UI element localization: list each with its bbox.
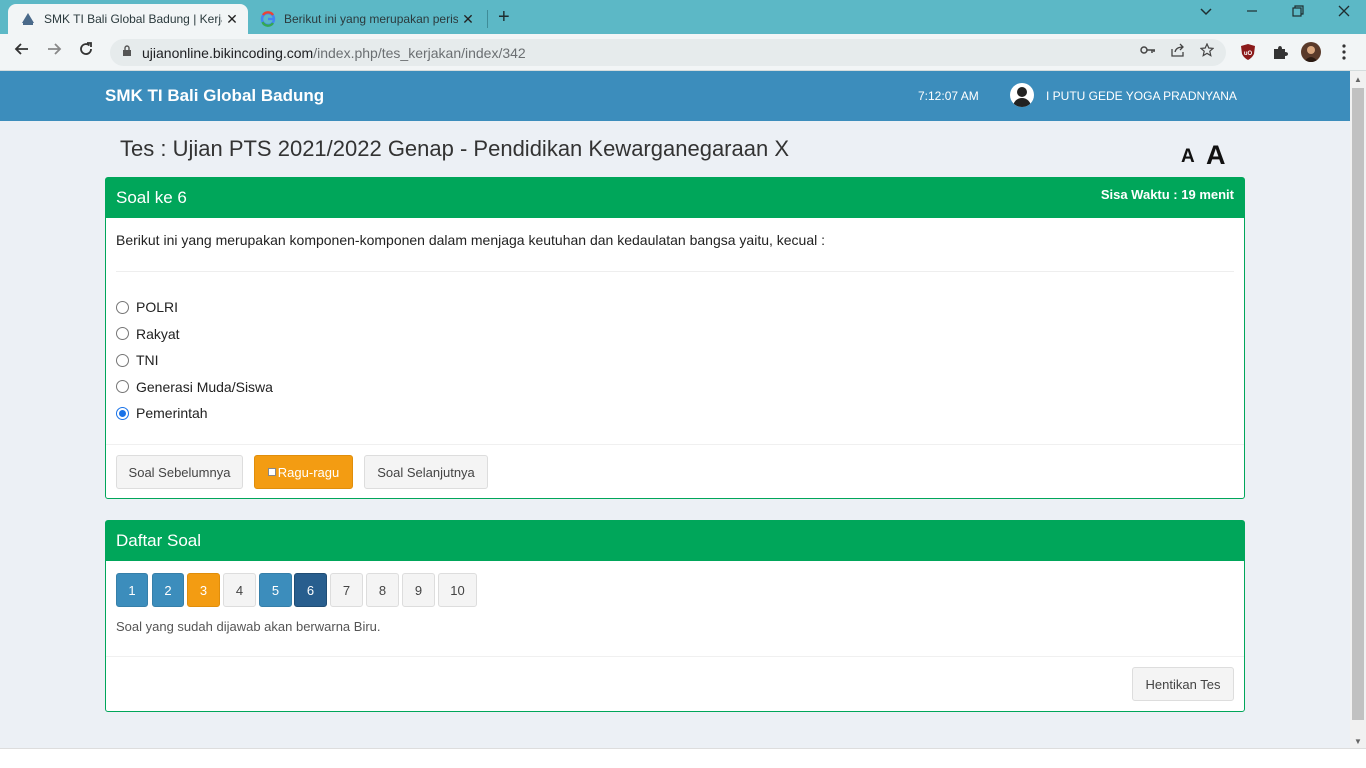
restore-icon[interactable] — [1288, 4, 1308, 22]
option-label[interactable]: Pemerintah — [136, 405, 208, 421]
scroll-up-icon[interactable]: ▲ — [1354, 75, 1362, 84]
question-nav-5[interactable]: 5 — [259, 573, 292, 607]
question-nav-8[interactable]: 8 — [366, 573, 399, 607]
question-box: Soal ke 6 Sisa Waktu : 19 menit Berikut … — [105, 177, 1245, 499]
box-footer-divider — [106, 444, 1244, 445]
next-question-button[interactable]: Soal Selanjutnya — [364, 455, 488, 489]
browser-toolbar: ujianonline.bikincoding.com/index.php/te… — [0, 34, 1366, 71]
answer-option[interactable]: Rakyat — [116, 321, 273, 348]
answer-option[interactable]: Generasi Muda/Siswa — [116, 374, 273, 401]
question-nav-2[interactable]: 2 — [152, 573, 184, 607]
option-label[interactable]: Generasi Muda/Siswa — [136, 379, 273, 395]
user-name[interactable]: I PUTU GEDE YOGA PRADNYANA — [1046, 89, 1237, 103]
address-bar[interactable]: ujianonline.bikincoding.com/index.php/te… — [110, 39, 1226, 66]
font-size-large-button[interactable]: A — [1206, 140, 1226, 171]
question-number-title: Soal ke 6 — [116, 188, 187, 207]
svg-text:uO: uO — [1244, 51, 1253, 57]
scroll-down-icon[interactable]: ▼ — [1354, 737, 1362, 746]
question-list-box: Daftar Soal 1 2 3 4 5 6 7 8 9 10 Soal ya… — [105, 520, 1245, 712]
bookmark-star-icon[interactable] — [1199, 42, 1215, 60]
option-label[interactable]: TNI — [136, 352, 159, 368]
question-list-title: Daftar Soal — [116, 531, 202, 550]
doubt-label: Ragu-ragu — [277, 464, 340, 480]
question-box-header: Soal ke 6 Sisa Waktu : 19 menit — [106, 178, 1244, 218]
tab-divider — [487, 10, 488, 28]
url-path: /index.php/tes_kerjakan/index/342 — [313, 44, 526, 61]
remaining-time: Sisa Waktu : 19 menit — [1100, 187, 1234, 202]
question-nav-4[interactable]: 4 — [223, 573, 256, 607]
radio-button[interactable] — [116, 353, 129, 367]
question-divider — [116, 271, 1234, 272]
page-scrollbar[interactable]: ▲ ▼ — [1350, 71, 1366, 748]
scrollbar-thumb[interactable] — [1352, 88, 1364, 720]
question-nav-9[interactable]: 9 — [402, 573, 435, 607]
browser-tab-title: Berikut ini yang merupakan peris — [284, 12, 458, 26]
browser-tab-bar: SMK TI Bali Global Badung | Kerja ✕ Beri… — [0, 0, 1366, 34]
question-nav-7[interactable]: 7 — [330, 573, 363, 607]
brand-title[interactable]: SMK TI Bali Global Badung — [105, 86, 324, 106]
ublock-icon[interactable]: uO — [1238, 42, 1258, 62]
radio-button[interactable] — [116, 380, 129, 394]
question-list-header: Daftar Soal — [106, 521, 1244, 561]
browser-tab-active[interactable]: SMK TI Bali Global Badung | Kerja ✕ — [8, 4, 248, 34]
new-tab-button[interactable]: + — [498, 6, 510, 29]
answer-hint: Soal yang sudah dijawab akan berwarna Bi… — [116, 619, 381, 634]
share-icon[interactable] — [1170, 43, 1186, 60]
user-avatar-icon[interactable] — [1010, 83, 1034, 107]
google-icon — [260, 11, 276, 27]
option-label[interactable]: Rakyat — [136, 326, 180, 342]
app-header: SMK TI Bali Global Badung 7:12:07 AM I P… — [0, 71, 1350, 121]
doubt-button[interactable]: Ragu-ragu — [254, 455, 353, 489]
menu-kebab-icon[interactable] — [1334, 42, 1354, 62]
browser-tab-title: SMK TI Bali Global Badung | Kerja — [44, 12, 222, 26]
key-icon[interactable] — [1140, 43, 1156, 60]
reload-icon[interactable] — [74, 40, 98, 63]
radio-button[interactable] — [116, 300, 129, 314]
url-host: ujianonline.bikincoding.com — [142, 44, 314, 61]
box-footer-divider — [106, 656, 1244, 657]
question-nav-3[interactable]: 3 — [187, 573, 220, 607]
question-nav-1[interactable]: 1 — [116, 573, 148, 607]
answer-options: POLRI Rakyat TNI Generasi Muda/Siswa Pem… — [116, 294, 273, 427]
answer-option[interactable]: POLRI — [116, 294, 273, 321]
stop-test-button[interactable]: Hentikan Tes — [1132, 667, 1234, 701]
doubt-checkbox[interactable] — [267, 468, 276, 476]
extensions-puzzle-icon[interactable] — [1270, 42, 1290, 62]
bottom-strip — [0, 748, 1366, 768]
clock: 7:12:07 AM — [918, 89, 979, 103]
previous-question-button[interactable]: Soal Sebelumnya — [116, 455, 243, 489]
close-window-icon[interactable] — [1334, 4, 1354, 22]
lock-icon — [122, 45, 132, 60]
close-tab-icon[interactable]: ✕ — [222, 11, 242, 28]
forward-arrow-icon[interactable] — [42, 40, 66, 63]
radio-button[interactable] — [116, 327, 129, 341]
tab-search-chevron-icon[interactable] — [1196, 4, 1216, 22]
font-size-small-button[interactable]: A — [1181, 146, 1195, 168]
close-tab-icon[interactable]: ✕ — [458, 11, 478, 28]
answer-option[interactable]: Pemerintah — [116, 400, 273, 427]
question-text: Berikut ini yang merupakan komponen-komp… — [116, 232, 826, 248]
question-nav-6[interactable]: 6 — [294, 573, 327, 607]
school-logo-icon — [20, 11, 36, 27]
profile-avatar[interactable] — [1301, 42, 1321, 62]
question-nav-10[interactable]: 10 — [438, 573, 477, 607]
option-label[interactable]: POLRI — [136, 299, 178, 315]
minimize-icon[interactable] — [1242, 4, 1262, 22]
page-title: Tes : Ujian PTS 2021/2022 Genap - Pendid… — [120, 136, 789, 161]
radio-button-selected[interactable] — [116, 406, 129, 420]
back-arrow-icon[interactable] — [10, 40, 34, 63]
answer-option[interactable]: TNI — [116, 347, 273, 374]
browser-tab-inactive[interactable]: Berikut ini yang merupakan peris ✕ — [252, 4, 484, 34]
